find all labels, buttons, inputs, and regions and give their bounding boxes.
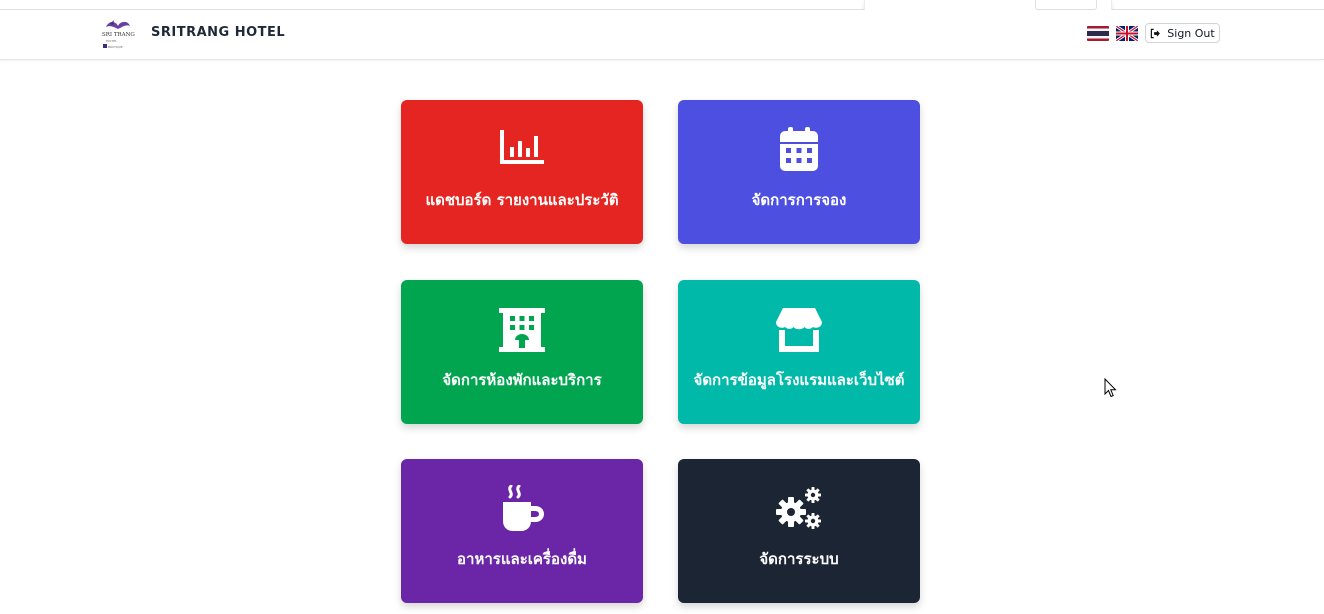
mouse-cursor-icon xyxy=(1104,378,1117,398)
dashboard-card[interactable]: แดชบอร์ด รายงานและประวัติ xyxy=(401,100,643,244)
hotel-website-card[interactable]: จัดการข้อมูลโรงแรมและเว็บไซต์ xyxy=(678,280,920,424)
svg-text:HOTEL: HOTEL xyxy=(106,39,117,43)
system-card[interactable]: จัดการระบบ xyxy=(678,459,920,603)
system-label: จัดการระบบ xyxy=(759,550,839,568)
gears-icon xyxy=(776,487,821,529)
svg-text:SRI TRANG: SRI TRANG xyxy=(102,32,135,38)
food-beverage-card[interactable]: อาหารและเครื่องดื่ม xyxy=(401,459,643,603)
booking-label: จัดการการจอง xyxy=(751,191,847,209)
uk-flag-icon[interactable] xyxy=(1116,26,1138,41)
booking-card[interactable]: จัดการการจอง xyxy=(678,100,920,244)
hotel-website-label: จัดการข้อมูลโรงแรมและเว็บไซต์ xyxy=(693,371,905,389)
rooms-card[interactable]: จัดการห้องพักและบริการ xyxy=(401,280,643,424)
sritrang-hotel-logo[interactable]: SRI TRANG HOTEL BOUTIQUE xyxy=(100,18,140,50)
food-beverage-label: อาหารและเครื่องดื่ม xyxy=(457,550,587,568)
top-strip xyxy=(0,0,1324,10)
sign-out-icon xyxy=(1151,28,1161,38)
dashboard-label: แดชบอร์ด รายงานและประวัติ xyxy=(425,191,619,209)
svg-text:BOUTIQUE: BOUTIQUE xyxy=(108,45,123,49)
popover-button-edge[interactable] xyxy=(1035,0,1097,10)
sign-out-label: Sign Out xyxy=(1167,26,1215,40)
building-icon xyxy=(499,308,545,352)
top-navbar: SRI TRANG HOTEL BOUTIQUE SRITRANG HOTEL xyxy=(0,10,1324,60)
calendar-icon xyxy=(780,127,818,171)
store-icon xyxy=(776,308,822,352)
brand-name: SRITRANG HOTEL xyxy=(151,25,286,40)
thai-flag-icon[interactable] xyxy=(1087,26,1109,41)
rooms-label: จัดการห้องพักและบริการ xyxy=(442,371,602,389)
coffee-cup-icon xyxy=(503,485,544,531)
chart-icon xyxy=(500,130,544,164)
sign-out-button[interactable]: Sign Out xyxy=(1145,23,1220,43)
